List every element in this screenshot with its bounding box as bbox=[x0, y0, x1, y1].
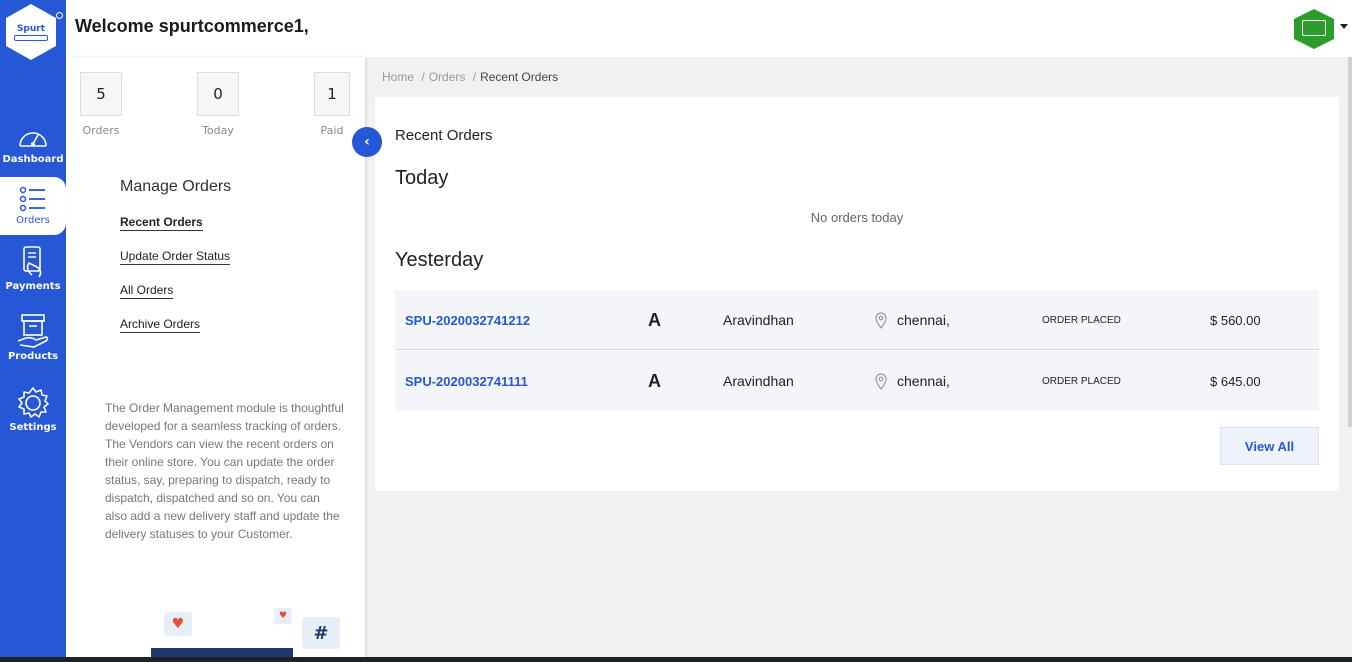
rail-item-orders[interactable]: Orders bbox=[0, 177, 66, 235]
logo-cart-icon bbox=[14, 35, 48, 41]
location-pin-icon bbox=[875, 311, 887, 329]
orders-side-panel: 5 Orders 0 Today 1 Paid Manage Orders Re… bbox=[66, 57, 365, 662]
rail-item-payments[interactable]: Payments bbox=[0, 245, 66, 292]
payments-icon bbox=[23, 246, 42, 278]
avatar-logo-icon bbox=[1302, 20, 1326, 36]
manage-orders-heading: Manage Orders bbox=[120, 178, 232, 195]
rail-item-dashboard[interactable]: Dashboard bbox=[0, 124, 66, 165]
stat-paid: 1 Paid bbox=[310, 72, 350, 137]
customer-name: Aravindhan bbox=[723, 373, 794, 389]
dashboard-icon bbox=[19, 132, 47, 147]
stat-value: 0 bbox=[197, 72, 239, 116]
breadcrumb-separator: / bbox=[472, 70, 477, 84]
link-all-orders[interactable]: All Orders bbox=[120, 283, 174, 299]
page-title: Recent Orders bbox=[395, 127, 493, 144]
spurt-logo[interactable]: Spurt bbox=[4, 4, 63, 62]
welcome-text: Welcome spurtcommerce1, bbox=[75, 16, 309, 36]
order-location: chennai, bbox=[875, 351, 950, 411]
chevron-left-icon: ‹ bbox=[364, 134, 370, 150]
collapse-panel-button[interactable]: ‹ bbox=[352, 127, 382, 157]
link-update-order-status[interactable]: Update Order Status bbox=[120, 249, 231, 265]
small-heart-bubble-icon: ♥ bbox=[274, 608, 292, 624]
stat-today: 0 Today bbox=[197, 72, 239, 137]
panel-description: The Order Management module is thoughtfu… bbox=[105, 401, 344, 541]
rail-label-dashboard: Dashboard bbox=[2, 154, 64, 165]
top-header: Welcome spurtcommerce1, bbox=[66, 0, 1352, 57]
order-status: ORDER PLACED bbox=[1042, 314, 1121, 326]
stat-label: Paid bbox=[320, 124, 344, 137]
products-icon bbox=[17, 314, 49, 348]
rail-item-products[interactable]: Products bbox=[0, 313, 66, 362]
today-heading: Today bbox=[395, 167, 449, 189]
stat-value: 5 bbox=[80, 72, 122, 116]
order-amount: $ 560.00 bbox=[1210, 312, 1261, 328]
registered-mark-icon bbox=[56, 12, 63, 19]
order-location: chennai, bbox=[875, 290, 950, 350]
heart-bubble-icon: ♥ bbox=[164, 612, 192, 636]
customer-initial: A bbox=[648, 370, 661, 391]
rail-label-payments: Payments bbox=[5, 281, 61, 292]
rail-label-orders: Orders bbox=[16, 215, 50, 226]
breadcrumb-separator: / bbox=[421, 70, 425, 84]
page-scrollbar[interactable] bbox=[1348, 57, 1352, 427]
stat-orders: 5 Orders bbox=[80, 72, 122, 137]
stat-value: 1 bbox=[314, 72, 350, 116]
os-taskbar bbox=[0, 657, 1352, 662]
link-recent-orders[interactable]: Recent Orders bbox=[120, 215, 203, 231]
order-status: ORDER PLACED bbox=[1042, 375, 1121, 387]
user-avatar[interactable] bbox=[1294, 9, 1334, 49]
rail-label-products: Products bbox=[7, 351, 59, 362]
customer-initial: A bbox=[648, 309, 661, 330]
breadcrumb-orders[interactable]: Orders bbox=[429, 70, 466, 84]
settings-gear-icon bbox=[18, 387, 49, 418]
rail-item-settings[interactable]: Settings bbox=[0, 386, 66, 433]
hashtag-bubble-icon: # bbox=[302, 617, 340, 649]
sidebar-rail: Spurt Dashboard Orders Payments Products… bbox=[0, 0, 66, 662]
order-row[interactable]: SPU-2020032741212 A Aravindhan chennai, … bbox=[395, 290, 1319, 350]
breadcrumb-home[interactable]: Home bbox=[382, 70, 414, 84]
breadcrumb-current: Recent Orders bbox=[480, 70, 559, 84]
order-id-link[interactable]: SPU-2020032741212 bbox=[405, 290, 530, 350]
city-text: chennai, bbox=[897, 373, 950, 389]
link-archive-orders[interactable]: Archive Orders bbox=[120, 317, 201, 333]
city-text: chennai, bbox=[897, 312, 950, 328]
location-pin-icon bbox=[875, 372, 887, 390]
logo-text: Spurt bbox=[16, 24, 46, 34]
orders-list-icon bbox=[19, 186, 45, 212]
today-empty-message: No orders today bbox=[810, 210, 904, 225]
breadcrumb: Home / Orders / Recent Orders bbox=[382, 70, 562, 84]
recent-orders-card: Recent Orders Today No orders today Yest… bbox=[375, 97, 1339, 491]
stat-label: Orders bbox=[82, 124, 120, 137]
customer-name: Aravindhan bbox=[723, 312, 794, 328]
panel-illustration: ♥ ♥ # bbox=[66, 600, 365, 662]
caret-down-icon[interactable] bbox=[1340, 24, 1348, 29]
stat-label: Today bbox=[202, 124, 234, 137]
order-id-link[interactable]: SPU-2020032741111 bbox=[405, 351, 528, 411]
order-row[interactable]: SPU-2020032741111 A Aravindhan chennai, … bbox=[395, 351, 1319, 411]
rail-label-settings: Settings bbox=[9, 422, 57, 433]
order-amount: $ 645.00 bbox=[1210, 373, 1261, 389]
view-all-button[interactable]: View All bbox=[1220, 427, 1319, 465]
yesterday-heading: Yesterday bbox=[395, 249, 484, 271]
